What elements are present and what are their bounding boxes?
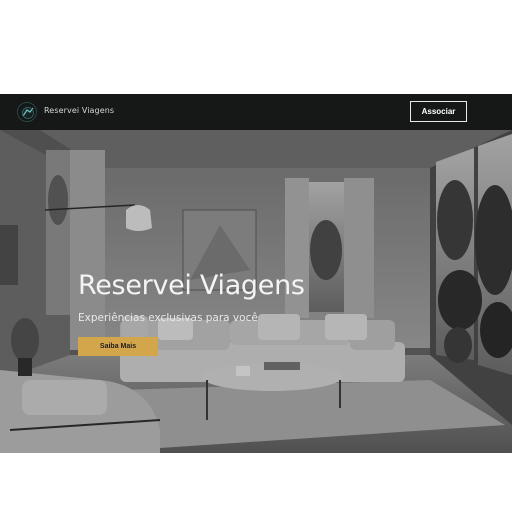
join-button[interactable]: Associar: [410, 101, 467, 122]
hero-subtitle: Experiências exclusivas para você: [78, 312, 258, 324]
website-frame: Reservei Viagens Associar Reservei Viage…: [0, 94, 512, 453]
learn-more-button[interactable]: Saiba Mais: [78, 337, 158, 356]
brand-name[interactable]: Reservei Viagens: [44, 106, 114, 115]
airplane-logo-icon[interactable]: [17, 102, 37, 122]
hero-title: Reservei Viagens: [78, 270, 305, 301]
navbar: Reservei Viagens Associar: [0, 94, 512, 130]
hero-section: Reservei Viagens Experiências exclusivas…: [0, 130, 512, 453]
